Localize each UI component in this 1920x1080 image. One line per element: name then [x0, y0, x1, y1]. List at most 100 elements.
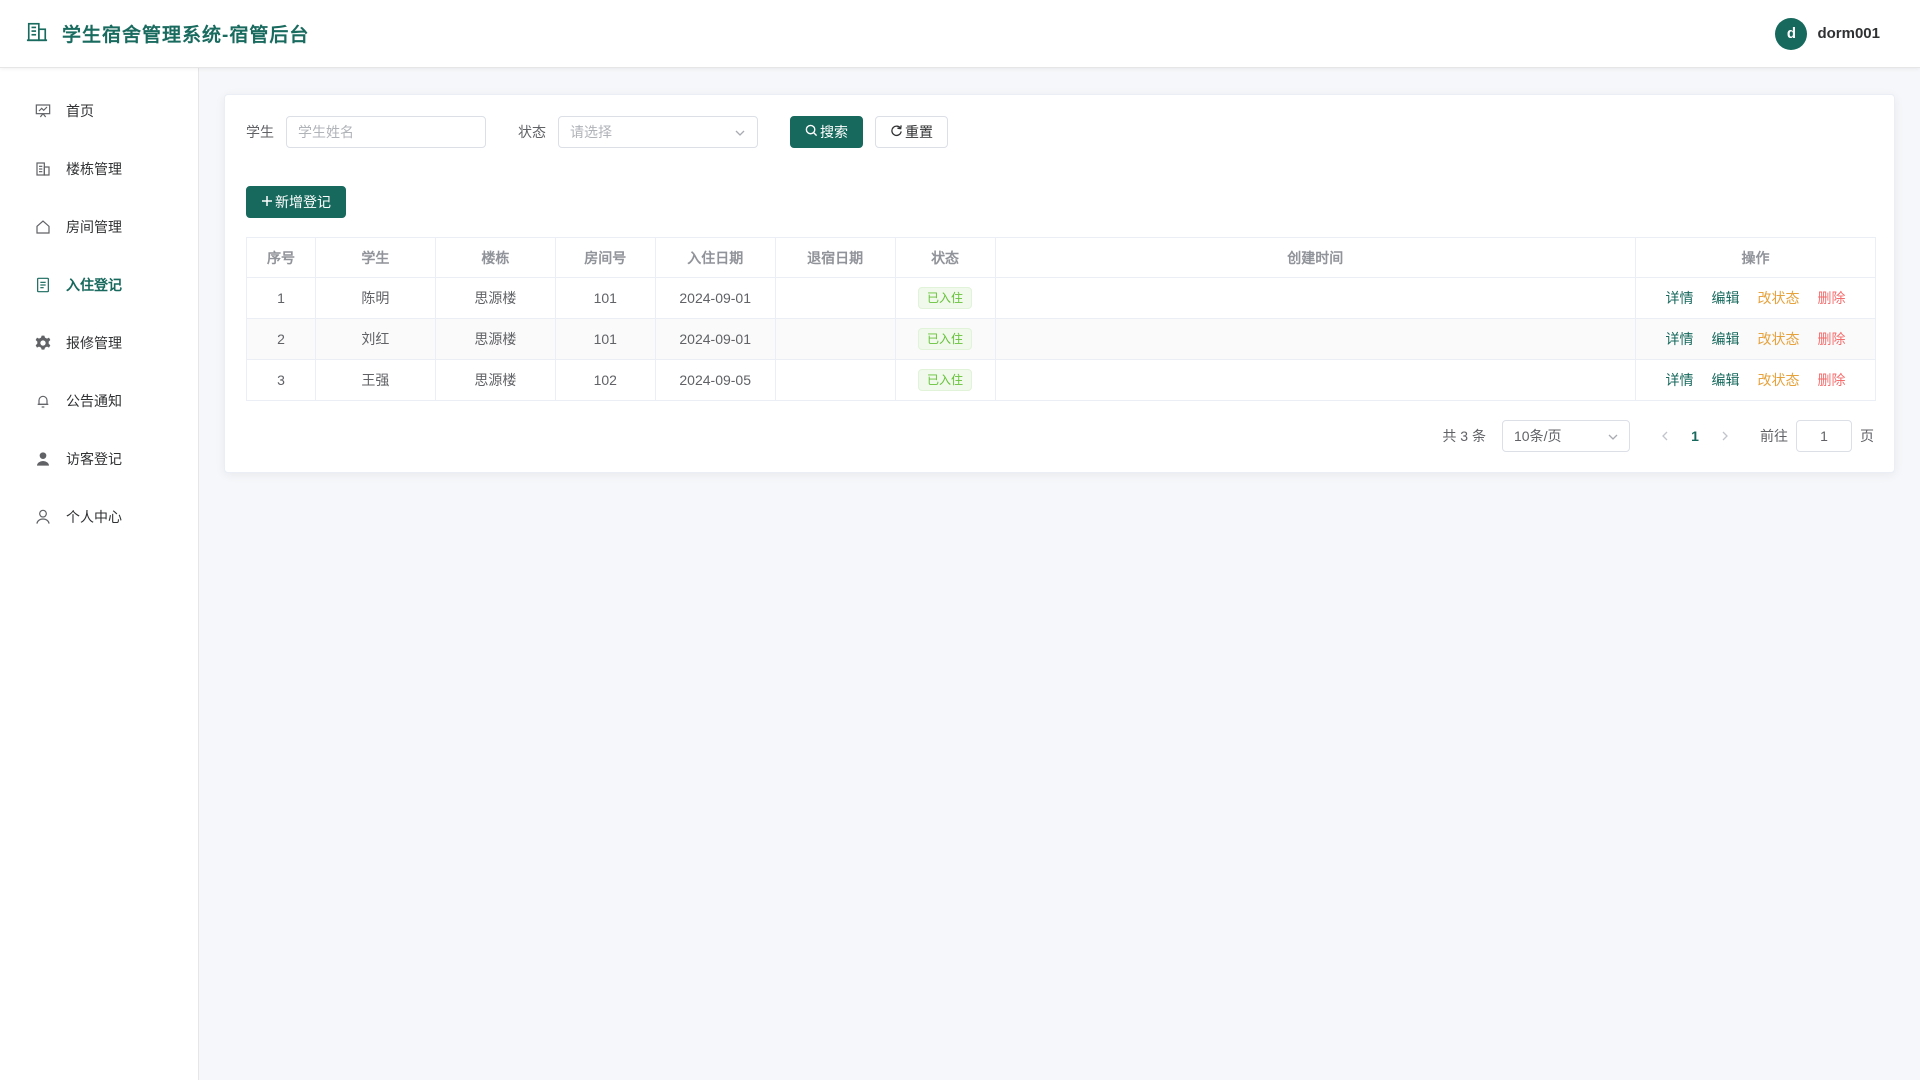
pagination: 共 3 条 10条/页 1 前往 页 [1442, 420, 1874, 452]
column-header: 创建时间 [994, 237, 1637, 278]
sidebar-item-label: 访客登记 [66, 451, 122, 467]
user-filled-icon [34, 450, 52, 468]
cell-checkin-date: 2024-09-01 [654, 277, 776, 319]
app-title: 学生宿舍管理系统-宿管后台 [62, 25, 310, 46]
goto-page-input[interactable] [1796, 420, 1852, 452]
sidebar: 首页 楼栋管理 房间管理 入住登记 报修管理 公告通知 访客登记 个人中心 [0, 68, 199, 1080]
dashboard-icon [34, 102, 52, 120]
column-header: 序号 [246, 237, 316, 278]
sidebar-item-home[interactable]: 首页 [0, 82, 198, 140]
avatar[interactable]: d [1775, 17, 1808, 50]
plus-icon [261, 194, 273, 210]
column-header: 入住日期 [654, 237, 776, 278]
sidebar-item-notices[interactable]: 公告通知 [0, 372, 198, 430]
status-badge: 已入住 [918, 328, 973, 350]
search-icon [805, 124, 818, 140]
page-number[interactable]: 1 [1680, 428, 1710, 444]
change-status-link[interactable]: 改状态 [1758, 370, 1800, 390]
sidebar-item-visitors[interactable]: 访客登记 [0, 430, 198, 488]
delete-link[interactable]: 删除 [1818, 329, 1846, 349]
cell-building: 思源楼 [434, 318, 556, 360]
status-filter-label: 状态 [518, 124, 546, 140]
column-header: 状态 [894, 237, 996, 278]
cell-status: 已入住 [894, 277, 996, 319]
cell-created-time [994, 318, 1637, 360]
cell-student: 陈明 [314, 277, 436, 319]
delete-link[interactable]: 删除 [1818, 370, 1846, 390]
detail-link[interactable]: 详情 [1666, 288, 1694, 308]
sidebar-item-buildings[interactable]: 楼栋管理 [0, 140, 198, 198]
column-header: 退宿日期 [774, 237, 896, 278]
student-name-input[interactable] [286, 116, 486, 148]
cell-student: 王强 [314, 359, 436, 401]
prev-page-icon[interactable] [1650, 428, 1680, 444]
cell-index: 2 [246, 318, 316, 360]
status-badge: 已入住 [918, 369, 973, 391]
edit-link[interactable]: 编辑 [1712, 329, 1740, 349]
cell-room: 102 [554, 359, 656, 401]
delete-link[interactable]: 删除 [1818, 288, 1846, 308]
goto-label: 前往 [1760, 428, 1788, 444]
sidebar-item-label: 个人中心 [66, 509, 122, 525]
column-header: 操作 [1635, 237, 1876, 278]
sidebar-item-label: 公告通知 [66, 393, 122, 409]
building-icon [34, 160, 52, 178]
reset-button[interactable]: 重置 [875, 116, 948, 148]
document-icon [34, 276, 52, 294]
change-status-link[interactable]: 改状态 [1758, 329, 1800, 349]
edit-link[interactable]: 编辑 [1712, 370, 1740, 390]
cell-building: 思源楼 [434, 359, 556, 401]
sidebar-item-label: 报修管理 [66, 335, 122, 351]
sidebar-item-label: 入住登记 [66, 277, 122, 293]
table-row: 1 陈明 思源楼 101 2024-09-01 已入住 详情 编辑 改状态 删除 [246, 277, 1876, 319]
table-header-row: 序号 学生 楼栋 房间号 入住日期 退宿日期 状态 创建时间 操作 [246, 237, 1876, 278]
next-page-icon[interactable] [1710, 428, 1740, 444]
total-count: 共 3 条 [1442, 428, 1486, 444]
add-checkin-button[interactable]: 新增登记 [246, 186, 346, 218]
top-header: 学生宿舍管理系统-宿管后台 d dorm001 [0, 0, 1920, 68]
detail-link[interactable]: 详情 [1666, 329, 1694, 349]
refresh-icon [890, 124, 903, 140]
edit-link[interactable]: 编辑 [1712, 288, 1740, 308]
change-status-link[interactable]: 改状态 [1758, 288, 1800, 308]
bell-icon [34, 392, 52, 410]
cell-checkin-date: 2024-09-01 [654, 318, 776, 360]
cell-room: 101 [554, 277, 656, 319]
filter-bar: 学生 状态 请选择 搜索 重置 [246, 116, 948, 148]
house-icon [34, 218, 52, 236]
cell-index: 1 [246, 277, 316, 319]
page-size-select[interactable]: 10条/页 [1502, 420, 1630, 452]
cell-index: 3 [246, 359, 316, 401]
cell-actions: 详情 编辑 改状态 删除 [1635, 359, 1876, 401]
column-header: 学生 [314, 237, 436, 278]
detail-link[interactable]: 详情 [1666, 370, 1694, 390]
main-card: 学生 状态 请选择 搜索 重置 新增登记 [224, 94, 1895, 473]
cell-actions: 详情 编辑 改状态 删除 [1635, 318, 1876, 360]
column-header: 房间号 [554, 237, 656, 278]
sidebar-item-repairs[interactable]: 报修管理 [0, 314, 198, 372]
page-suffix: 页 [1860, 428, 1874, 444]
sidebar-item-rooms[interactable]: 房间管理 [0, 198, 198, 256]
status-badge: 已入住 [918, 287, 973, 309]
cell-checkout-date [774, 318, 896, 360]
status-select[interactable]: 请选择 [558, 116, 758, 148]
cell-status: 已入住 [894, 318, 996, 360]
checkin-table: 序号 学生 楼栋 房间号 入住日期 退宿日期 状态 创建时间 操作 1 陈明 思… [246, 237, 1876, 401]
search-button[interactable]: 搜索 [790, 116, 863, 148]
sidebar-item-checkin[interactable]: 入住登记 [0, 256, 198, 314]
sidebar-item-label: 首页 [66, 103, 94, 119]
sidebar-item-label: 楼栋管理 [66, 161, 122, 177]
gear-icon [34, 334, 52, 352]
search-button-label: 搜索 [820, 124, 848, 140]
cell-room: 101 [554, 318, 656, 360]
cell-building: 思源楼 [434, 277, 556, 319]
table-row: 3 王强 思源楼 102 2024-09-05 已入住 详情 编辑 改状态 删除 [246, 359, 1876, 401]
reset-button-label: 重置 [905, 124, 933, 140]
cell-actions: 详情 编辑 改状态 删除 [1635, 277, 1876, 319]
username[interactable]: dorm001 [1817, 25, 1880, 42]
user-menu[interactable]: d dorm001 [1775, 17, 1880, 50]
cell-student: 刘红 [314, 318, 436, 360]
sidebar-item-profile[interactable]: 个人中心 [0, 488, 198, 546]
chevron-down-icon [1607, 430, 1619, 446]
cell-created-time [994, 277, 1637, 319]
